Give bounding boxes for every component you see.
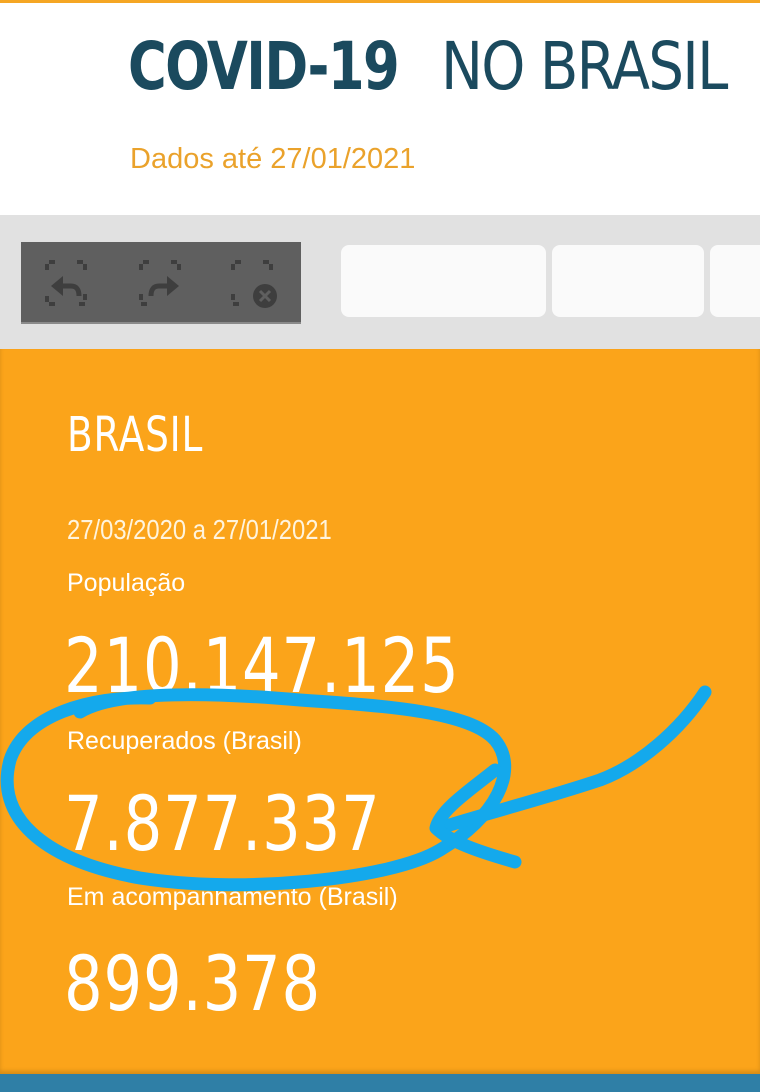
- selection-redo-icon: [139, 260, 181, 306]
- bottom-bar: [0, 1074, 760, 1092]
- toolbar: [0, 215, 760, 349]
- stat-value-populacao: 210.147.125: [64, 621, 460, 710]
- title-light: NO BRASIL: [440, 28, 728, 105]
- brasil-stats-card: BRASIL 27/03/2020 a 27/01/2021 População…: [0, 349, 760, 1074]
- selection-clear-button[interactable]: [223, 254, 281, 312]
- selection-undo-button[interactable]: [37, 254, 95, 312]
- stat-label-acompanhamento: Em acompanhamento (Brasil): [67, 883, 398, 911]
- stat-value-acompanhamento: 899.378: [64, 939, 322, 1028]
- page-header: COVID-19 NO BRASIL Dados até 27/01/2021: [0, 3, 760, 215]
- toolbar-tab-2[interactable]: [552, 245, 704, 317]
- region-title: BRASIL: [67, 407, 204, 463]
- selection-clear-icon: [231, 260, 277, 308]
- title-strong: COVID-19: [128, 28, 400, 105]
- selection-redo-button[interactable]: [131, 254, 189, 312]
- stat-label-populacao: População: [67, 569, 186, 597]
- selection-tools-group: [21, 242, 301, 324]
- date-range: 27/03/2020 a 27/01/2021: [67, 514, 332, 545]
- selection-undo-icon: [45, 260, 87, 306]
- data-updated-date: Dados até 27/01/2021: [130, 143, 416, 175]
- stat-label-recuperados: Recuperados (Brasil): [67, 727, 302, 755]
- toolbar-tab-3[interactable]: [710, 245, 760, 317]
- page-title: COVID-19 NO BRASIL: [128, 27, 760, 107]
- toolbar-tab-1[interactable]: [341, 245, 546, 317]
- stat-value-recuperados: 7.877.337: [64, 779, 381, 868]
